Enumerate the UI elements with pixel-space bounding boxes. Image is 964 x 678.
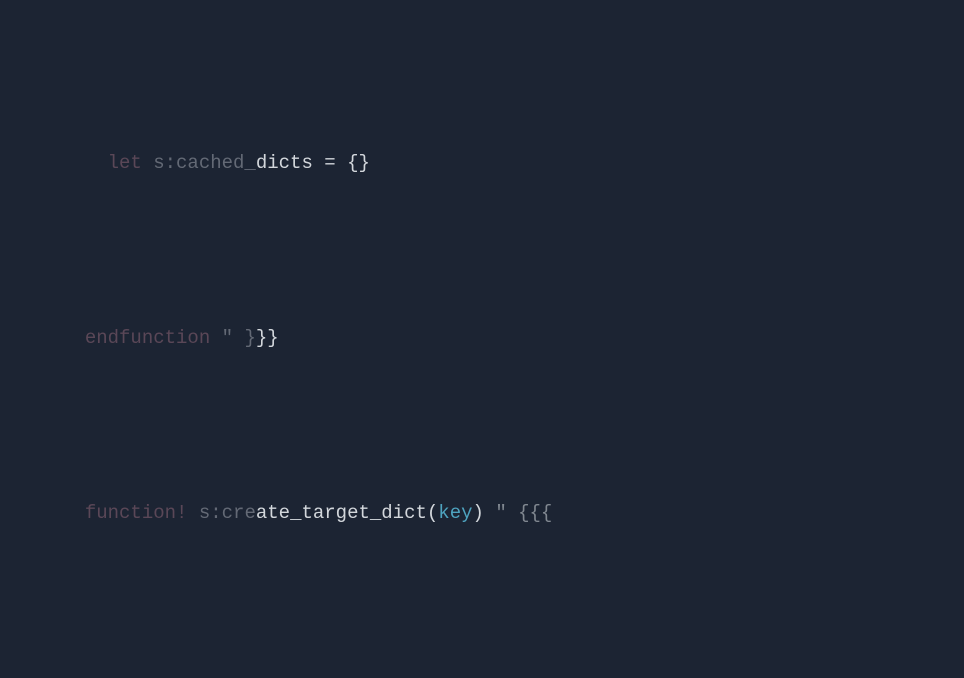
code-line: if has_key(s:desc_lookup, 'top') <box>0 671 964 678</box>
code-line: endfunction " }}} <box>0 321 964 356</box>
code-line: let s:cached_dicts = {} <box>0 146 964 181</box>
code-editor-view: let s:cached_dicts = {} endfunction " }}… <box>0 0 964 678</box>
code-line: function! s:create_target_dict(key) " {{… <box>0 496 964 531</box>
